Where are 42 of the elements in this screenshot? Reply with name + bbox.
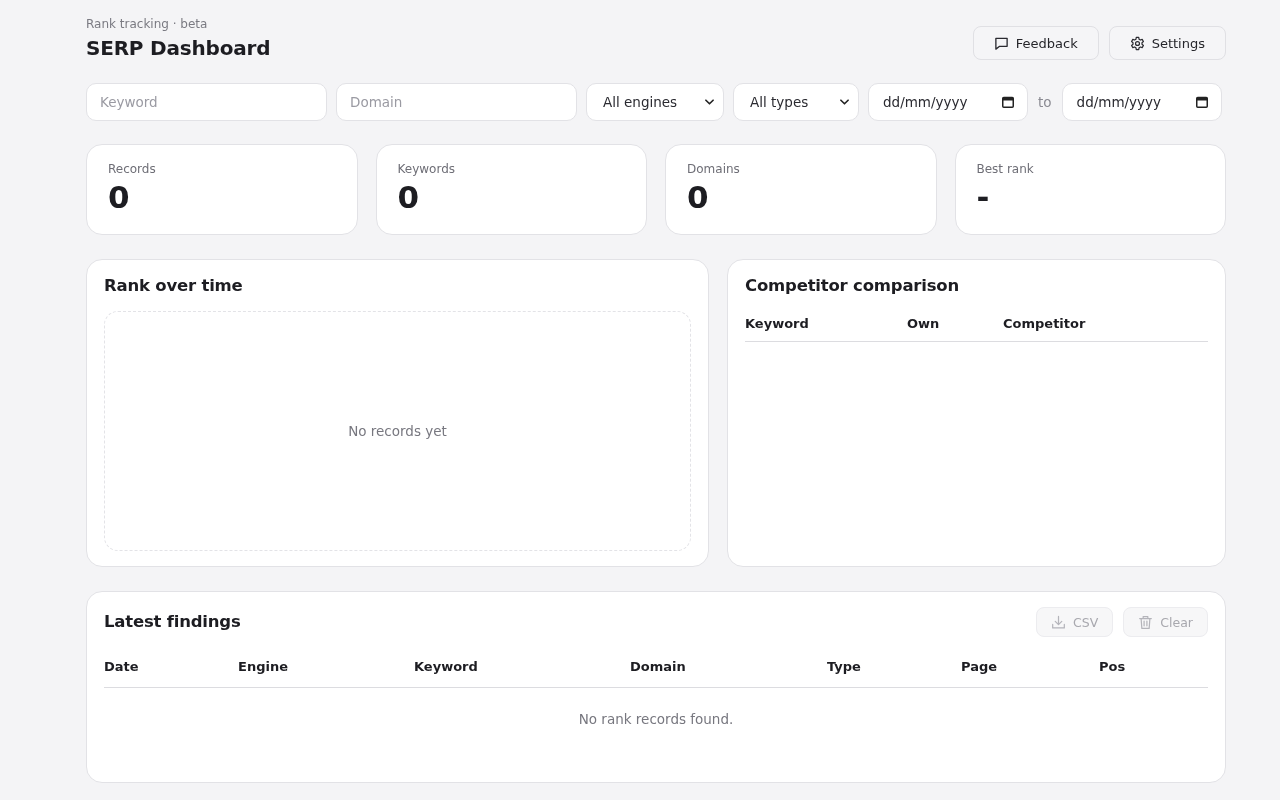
panel-title: Rank over time [104, 275, 244, 297]
stat-value: - [976, 178, 991, 216]
stat-label: Records [108, 162, 157, 176]
column-header: Keyword [414, 659, 479, 675]
panel-title: Competitor comparison [745, 275, 961, 297]
feedback-button[interactable]: Feedback [972, 26, 1099, 60]
engine-dropdown[interactable]: All engines [586, 83, 724, 121]
column-header: Type [827, 659, 862, 675]
column-header: Engine [238, 659, 289, 675]
chevron-down-icon [840, 99, 849, 105]
keyword-input[interactable]: Keyword [86, 83, 327, 121]
stat-label: Best rank [976, 162, 1035, 176]
chat-bubble-icon [993, 35, 1009, 51]
column-header: Own [907, 316, 941, 332]
trash-icon [1138, 614, 1154, 630]
empty-state-text: No records yet [348, 423, 447, 439]
start-date-field[interactable]: dd/mm/yyyy [868, 83, 1028, 121]
column-header: Keyword [745, 316, 810, 332]
settings-button[interactable]: Settings [1108, 26, 1226, 60]
calendar-icon [1195, 96, 1208, 108]
type-dropdown[interactable]: All types [733, 83, 859, 121]
stat-value: 0 [397, 178, 421, 216]
stat-value: 0 [108, 178, 131, 216]
column-header: Domain [630, 659, 687, 675]
chevron-down-icon [705, 99, 714, 105]
stat-label: Domains [687, 162, 741, 176]
domain-input[interactable]: Domain [336, 83, 577, 121]
panel-title: Latest findings [104, 611, 241, 633]
column-header: Page [961, 659, 999, 675]
date-range-separator: to [1037, 94, 1053, 110]
column-header: Competitor [1003, 316, 1087, 332]
end-date-field[interactable]: dd/mm/yyyy [1061, 83, 1222, 121]
column-header: Pos [1099, 659, 1127, 675]
settings-icon [1129, 35, 1145, 51]
column-header: Date [104, 659, 140, 675]
empty-table-message: No rank records found. [578, 711, 734, 727]
stat-label: Keywords [397, 162, 456, 176]
calendar-icon [1002, 96, 1014, 108]
stat-value: 0 [687, 178, 710, 216]
page-title: SERP Dashboard [86, 35, 271, 62]
page-subtitle: Rank tracking · beta [86, 16, 209, 32]
download-icon [1051, 614, 1067, 630]
